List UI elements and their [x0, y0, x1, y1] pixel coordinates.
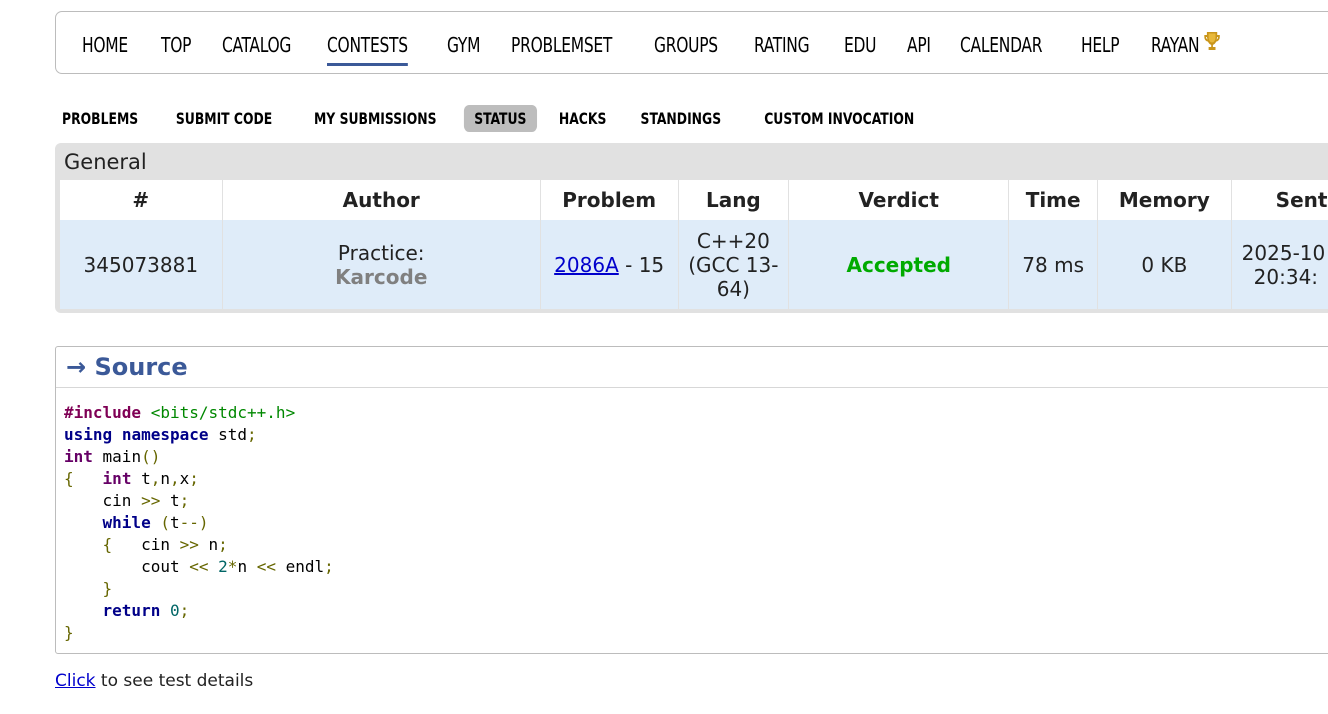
col-header-memory: Memory — [1097, 180, 1232, 220]
col-header-author: Author — [221, 180, 541, 220]
table-header-row: # Author Problem Lang Verdict Time Memor… — [59, 180, 1328, 220]
lang-line-3: 64) — [716, 276, 750, 301]
menu-item-contests[interactable]: CONTESTS — [327, 12, 408, 75]
submission-id: 345073881 — [59, 220, 223, 309]
menu-item-home[interactable]: HOME — [82, 12, 128, 75]
main-menu: HOME TOP CATALOG CONTESTS GYM PROBLEMSET… — [55, 11, 1328, 74]
table-row: 345073881 Practice: Karcode 2086A - 15 C… — [59, 220, 1328, 309]
col-header-verdict: Verdict — [788, 180, 1009, 220]
memory-cell: 0 KB — [1097, 220, 1232, 309]
menu-item-rayan[interactable]: RAYAN — [1151, 12, 1223, 75]
sent-time: 20:34: — [1253, 264, 1319, 289]
tab-submit-code[interactable]: SUBMIT CODE — [165, 105, 282, 132]
verdict-cell: Accepted — [788, 220, 1009, 309]
menu-item-gym[interactable]: GYM — [447, 12, 480, 75]
source-title: → Source — [66, 353, 188, 381]
tab-custom-invocation[interactable]: CUSTOM INVOCATION — [754, 105, 925, 132]
menu-item-top[interactable]: TOP — [161, 12, 191, 75]
problem-link[interactable]: 2086A — [554, 253, 619, 277]
lang-line-2: (GCC 13- — [688, 252, 779, 277]
col-header-sent: Sent — [1230, 180, 1328, 220]
menu-item-catalog[interactable]: CATALOG — [222, 12, 291, 75]
verdict-accepted: Accepted — [846, 252, 951, 277]
menu-item-edu[interactable]: EDU — [844, 12, 877, 75]
source-box: → Source #include <bits/stdc++.h> using … — [55, 346, 1328, 654]
menu-item-groups[interactable]: GROUPS — [654, 12, 718, 75]
tab-hacks[interactable]: HACKS — [548, 105, 616, 132]
time-cell: 78 ms — [1008, 220, 1098, 309]
source-code[interactable]: #include <bits/stdc++.h> using namespace… — [64, 402, 334, 644]
test-details-link[interactable]: Click — [55, 671, 96, 691]
source-divider — [56, 387, 1328, 388]
menu-item-rayan-label: RAYAN — [1150, 33, 1200, 57]
col-header-time: Time — [1008, 180, 1098, 220]
test-details-text: to see test details — [95, 671, 254, 691]
general-title: General — [64, 150, 147, 174]
sent-date: 2025-10 — [1241, 240, 1326, 265]
sent-cell: 2025-10 20:34: — [1230, 220, 1328, 309]
author-cell: Practice: Karcode — [221, 220, 541, 309]
author-name[interactable]: Karcode — [223, 265, 540, 289]
second-menu: PROBLEMS SUBMIT CODE MY SUBMISSIONS STAT… — [55, 103, 938, 133]
status-table: # Author Problem Lang Verdict Time Memor… — [59, 180, 1328, 309]
problem-suffix: - 15 — [618, 252, 665, 277]
menu-item-api[interactable]: API — [907, 12, 931, 75]
general-box: General # Author Problem Lang Verdict Ti… — [55, 143, 1328, 313]
trophy-icon — [1202, 13, 1223, 80]
menu-item-rating[interactable]: RATING — [754, 12, 810, 75]
tab-status[interactable]: STATUS — [464, 104, 537, 132]
col-header-id: # — [59, 180, 223, 220]
menu-item-help[interactable]: HELP — [1081, 12, 1120, 75]
tab-standings[interactable]: STANDINGS — [630, 105, 731, 132]
tab-problems[interactable]: PROBLEMS — [62, 105, 148, 132]
tab-my-submissions[interactable]: MY SUBMISSIONS — [303, 105, 446, 132]
test-details: Click to see test details — [55, 671, 253, 691]
col-header-problem: Problem — [539, 180, 678, 220]
author-prefix: Practice: — [337, 240, 425, 265]
lang-line-1: C++20 — [696, 228, 770, 253]
menu-item-problemset[interactable]: PROBLEMSET — [511, 12, 612, 75]
col-header-lang: Lang — [677, 180, 789, 220]
problem-cell: 2086A - 15 — [539, 220, 678, 309]
lang-cell: C++20 (GCC 13- 64) — [677, 220, 789, 309]
menu-item-calendar[interactable]: CALENDAR — [960, 12, 1043, 75]
